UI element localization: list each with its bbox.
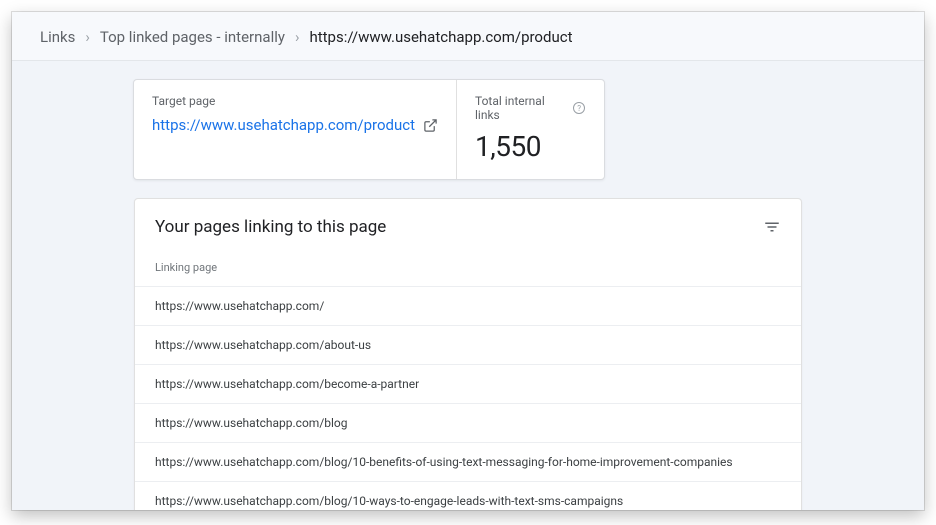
column-header-linking-page: Linking page xyxy=(135,247,801,286)
table-row[interactable]: https://www.usehatchapp.com/about-us xyxy=(135,325,801,364)
table-row[interactable]: https://www.usehatchapp.com/ xyxy=(135,286,801,325)
help-icon[interactable]: ? xyxy=(573,102,585,114)
table-row[interactable]: https://www.usehatchapp.com/blog/10-bene… xyxy=(135,442,801,481)
list-title: Your pages linking to this page xyxy=(155,217,386,237)
table-row[interactable]: https://www.usehatchapp.com/become-a-par… xyxy=(135,364,801,403)
table-row[interactable]: https://www.usehatchapp.com/blog/10-ways… xyxy=(135,481,801,510)
total-links-label: Total internal links ? xyxy=(475,94,585,122)
breadcrumb-current: https://www.usehatchapp.com/product xyxy=(309,28,572,46)
summary-card: Target page https://www.usehatchapp.com/… xyxy=(133,79,605,180)
filter-icon[interactable] xyxy=(763,218,781,236)
table-row[interactable]: https://www.usehatchapp.com/blog xyxy=(135,403,801,442)
open-external-icon xyxy=(423,118,438,133)
chevron-right-icon: › xyxy=(85,28,90,46)
breadcrumb-links[interactable]: Links xyxy=(40,28,75,46)
target-page-link[interactable]: https://www.usehatchapp.com/product xyxy=(152,116,438,134)
app-frame: Links › Top linked pages - internally › … xyxy=(12,12,924,510)
breadcrumb: Links › Top linked pages - internally › … xyxy=(12,12,924,61)
target-page-label: Target page xyxy=(152,94,438,108)
list-header: Your pages linking to this page xyxy=(135,199,801,247)
total-links-cell: Total internal links ? 1,550 xyxy=(457,80,607,179)
target-url-text: https://www.usehatchapp.com/product xyxy=(152,116,415,134)
total-links-label-text: Total internal links xyxy=(475,94,569,122)
linking-pages-card: Your pages linking to this page Linking … xyxy=(134,198,802,510)
total-links-value: 1,550 xyxy=(475,130,585,163)
target-page-cell: Target page https://www.usehatchapp.com/… xyxy=(134,80,457,179)
breadcrumb-top-linked[interactable]: Top linked pages - internally xyxy=(100,28,285,46)
content-area: Target page https://www.usehatchapp.com/… xyxy=(12,61,924,510)
chevron-right-icon: › xyxy=(295,28,300,46)
